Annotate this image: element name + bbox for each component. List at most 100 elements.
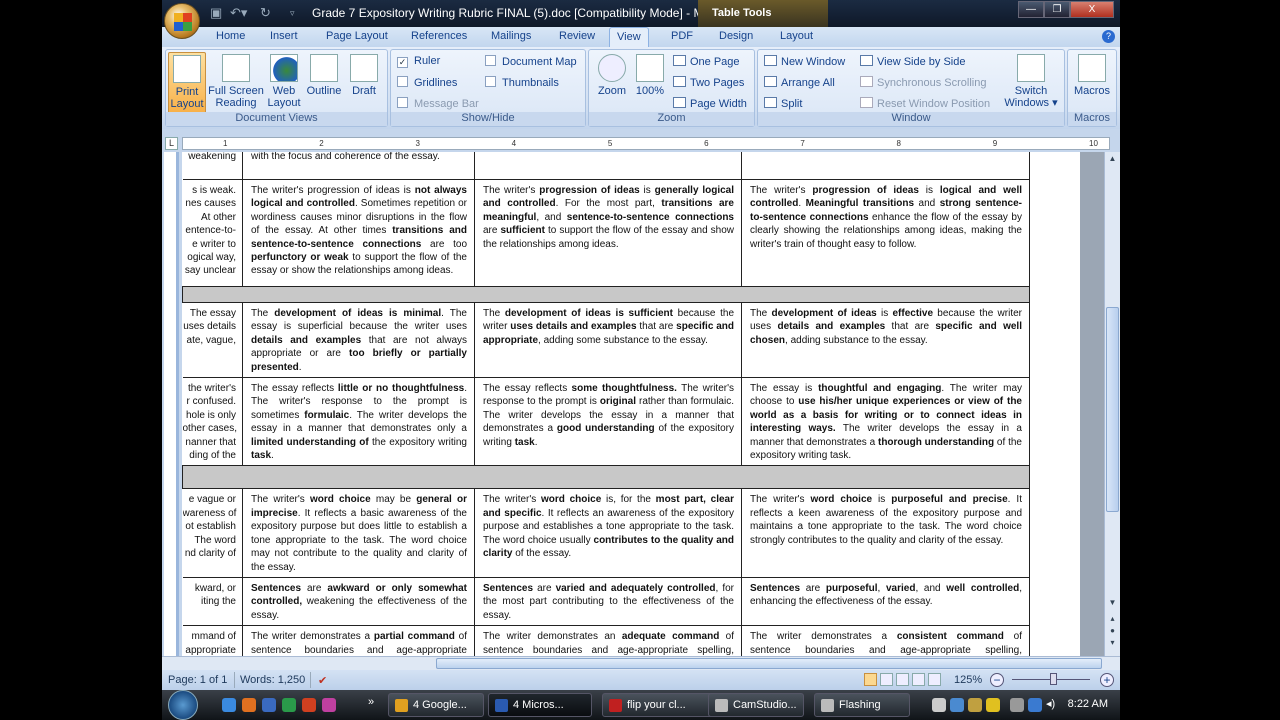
more-quicklaunch-icon[interactable]: »: [368, 696, 374, 708]
rubric-cell-score-3[interactable]: The writer's progression of ideas is log…: [741, 179, 1030, 287]
rubric-cell-score-1[interactable]: The development of ideas is minimal. The…: [242, 301, 475, 379]
vertical-scroll-thumb[interactable]: [1106, 307, 1119, 512]
horizontal-scroll-thumb[interactable]: [436, 658, 1102, 669]
rubric-cell-score-2[interactable]: The essay reflects some thoughtfulness. …: [474, 377, 742, 467]
volume-icon[interactable]: ◂): [1046, 697, 1055, 710]
vertical-ruler[interactable]: [164, 152, 179, 656]
scroll-up-icon[interactable]: ▲: [1105, 154, 1120, 163]
taskbar-button[interactable]: 4 Google...: [388, 693, 484, 717]
tab-insert[interactable]: Insert: [270, 30, 298, 42]
rubric-cell-score-3[interactable]: Sentences are purposeful, varied, and we…: [741, 576, 1030, 627]
word-count[interactable]: Words: 1,250: [240, 674, 305, 686]
tab-design[interactable]: Design: [719, 30, 753, 42]
rubric-cell-score-2[interactable]: The development of ideas is sufficient b…: [474, 301, 742, 379]
tab-review[interactable]: Review: [559, 30, 595, 42]
rubric-cell-score-2[interactable]: minor lapses in focus.: [474, 152, 742, 180]
rubric-cell-score-3[interactable]: The writer's word choice is purposeful a…: [741, 488, 1030, 578]
zoom-in-icon[interactable]: +: [1100, 673, 1114, 687]
arrange-all-button[interactable]: Arrange All: [764, 76, 835, 89]
tab-page-layout[interactable]: Page Layout: [326, 30, 388, 42]
gridlines-checkbox[interactable]: Gridlines: [397, 76, 457, 89]
criteria-cell-truncated[interactable]: ion, or mayweakening: [182, 152, 243, 180]
tray-icon[interactable]: [950, 698, 964, 712]
rubric-cell-score-2[interactable]: The writer demonstrates an adequate comm…: [474, 625, 742, 656]
outline-button[interactable]: Outline: [304, 52, 344, 97]
web-layout-view-icon[interactable]: [896, 673, 909, 686]
zoom-out-icon[interactable]: −: [990, 673, 1004, 687]
message-bar-checkbox[interactable]: Message Bar: [397, 97, 479, 110]
horizontal-ruler[interactable]: L 1 2 3 4 5 6 7 8 9 10: [162, 135, 1120, 152]
tray-icon[interactable]: [968, 698, 982, 712]
customize-qat-icon[interactable]: ▿: [290, 8, 295, 19]
network-icon[interactable]: [1010, 698, 1024, 712]
help-icon[interactable]: ?: [1102, 30, 1115, 43]
rubric-cell-score-2[interactable]: The writer's word choice is, for the mos…: [474, 488, 742, 578]
tab-home[interactable]: Home: [216, 30, 245, 42]
select-browse-object-icon[interactable]: ●: [1105, 626, 1120, 635]
taskbar-button[interactable]: 4 Micros...: [488, 693, 592, 717]
tray-icon[interactable]: [1028, 698, 1042, 712]
synchronous-scrolling-button[interactable]: Synchronous Scrolling: [860, 76, 986, 89]
undo-icon[interactable]: ↶▾: [230, 5, 247, 21]
save-icon[interactable]: ▣: [210, 5, 222, 21]
criteria-cell-truncated[interactable]: kward, or iting the: [182, 576, 243, 627]
one-page-button[interactable]: One Page: [673, 55, 740, 68]
thumbnails-checkbox[interactable]: Thumbnails: [485, 76, 559, 89]
page-width-button[interactable]: Page Width: [673, 97, 747, 110]
scroll-down-icon[interactable]: ▼: [1105, 598, 1120, 607]
macros-button[interactable]: Macros: [1072, 52, 1112, 97]
rubric-cell-score-2[interactable]: The writer's progression of ideas is gen…: [474, 179, 742, 287]
clock[interactable]: 8:22 AM: [1068, 698, 1108, 710]
criteria-cell-truncated[interactable]: mmand of appropriate: [182, 625, 243, 656]
shield-icon[interactable]: [986, 698, 1000, 712]
reset-window-position-button[interactable]: Reset Window Position: [860, 97, 990, 110]
tab-pdf[interactable]: PDF: [671, 30, 693, 42]
zoom-slider-thumb[interactable]: [1050, 673, 1058, 685]
excel-icon[interactable]: [282, 698, 296, 712]
taskbar-button[interactable]: Flashing: [814, 693, 910, 717]
tab-layout[interactable]: Layout: [780, 30, 813, 42]
new-window-button[interactable]: New Window: [764, 55, 845, 68]
page-count[interactable]: Page: 1 of 1: [168, 674, 227, 686]
next-page-icon[interactable]: ▾: [1105, 638, 1120, 647]
criteria-cell-truncated[interactable]: e vague or wareness of ot establish The wor…: [182, 488, 243, 578]
internet-explorer-icon[interactable]: [222, 698, 236, 712]
taskbar-button[interactable]: CamStudio...: [708, 693, 804, 717]
zoom-button[interactable]: Zoom: [595, 52, 629, 97]
print-layout-view-icon[interactable]: [864, 673, 877, 686]
zoom-slider[interactable]: [1012, 673, 1090, 685]
firefox-icon[interactable]: [242, 698, 256, 712]
draft-button[interactable]: Draft: [346, 52, 382, 97]
view-side-by-side-button[interactable]: View Side by Side: [860, 55, 965, 68]
office-button[interactable]: [164, 3, 200, 39]
split-button[interactable]: Split: [764, 97, 802, 110]
criteria-cell-truncated[interactable]: The essay uses details ate, vague,: [182, 301, 243, 379]
criteria-cell-truncated[interactable]: the writer's r confused. hole is only other…: [182, 377, 243, 467]
word-icon[interactable]: [262, 698, 276, 712]
rubric-cell-score-2[interactable]: Sentences are varied and adequately cont…: [474, 576, 742, 627]
publisher-icon[interactable]: [322, 698, 336, 712]
redo-icon[interactable]: ↻: [260, 5, 271, 21]
draft-view-icon[interactable]: [928, 673, 941, 686]
rubric-cell-score-1[interactable]: The essay reflects little or no thoughtf…: [242, 377, 475, 467]
tab-mailings[interactable]: Mailings: [491, 30, 531, 42]
document-map-checkbox[interactable]: Document Map: [485, 55, 577, 68]
tray-icon[interactable]: [932, 698, 946, 712]
rubric-cell-score-1[interactable]: inclusion of irrelevant information inte…: [242, 152, 475, 180]
ruler-checkbox[interactable]: ✓ Ruler: [397, 55, 440, 68]
document-area[interactable]: ion, or mayweakeninginclusion of irrelev…: [182, 152, 1104, 656]
tab-references[interactable]: References: [411, 30, 467, 42]
criteria-cell-truncated[interactable]: s is weak. nes causes At other entence-to-e…: [182, 179, 243, 287]
full-screen-reading-button[interactable]: Full Screen Reading: [208, 52, 264, 109]
tab-view[interactable]: View: [609, 27, 649, 48]
horizontal-scrollbar[interactable]: [162, 656, 1120, 670]
web-layout-button[interactable]: Web Layout: [266, 52, 302, 109]
rubric-cell-score-1[interactable]: The writer demonstrates a partial comman…: [242, 625, 475, 656]
rubric-cell-score-3[interactable]: The writer demonstrates a consistent com…: [741, 625, 1030, 656]
restore-button[interactable]: ❐: [1044, 1, 1070, 18]
rubric-cell-score-3[interactable]: coherent.: [741, 152, 1030, 180]
powerpoint-icon[interactable]: [302, 698, 316, 712]
taskbar-button[interactable]: flip your cl...: [602, 693, 714, 717]
print-layout-button[interactable]: Print Layout: [168, 52, 206, 114]
rubric-cell-score-1[interactable]: The writer's word choice may be general …: [242, 488, 475, 578]
